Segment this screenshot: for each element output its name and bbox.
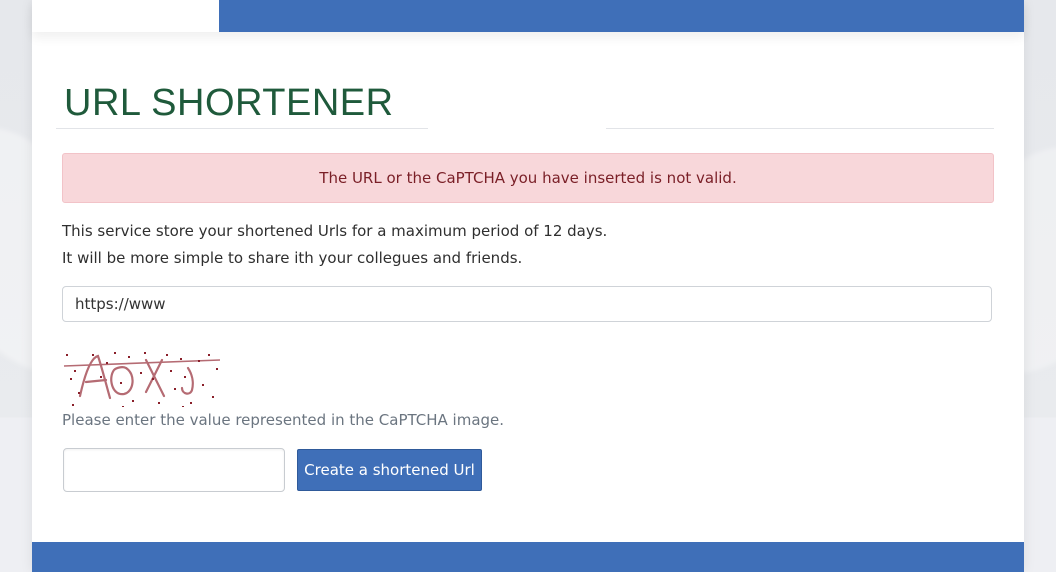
info-text-line-1: This service store your shortened Urls f… — [62, 222, 608, 240]
captcha-input[interactable] — [63, 448, 285, 492]
footer-bar — [32, 542, 1024, 572]
captcha-image — [62, 348, 222, 408]
error-alert-message: The URL or the CaPTCHA you have inserted… — [319, 169, 737, 187]
create-shortened-url-button[interactable]: Create a shortened Url — [297, 449, 482, 491]
top-accent-bar — [219, 0, 1024, 32]
page-title: URL SHORTENER — [64, 82, 394, 124]
main-card: URL SHORTENER The URL or the CaPTCHA you… — [32, 0, 1024, 572]
error-alert: The URL or the CaPTCHA you have inserted… — [62, 153, 994, 203]
title-divider-right — [606, 128, 994, 129]
url-input[interactable] — [62, 286, 992, 322]
title-divider-left — [56, 128, 428, 129]
info-text-line-2: It will be more simple to share ith your… — [62, 249, 523, 267]
captcha-help-text: Please enter the value represented in th… — [62, 411, 505, 429]
